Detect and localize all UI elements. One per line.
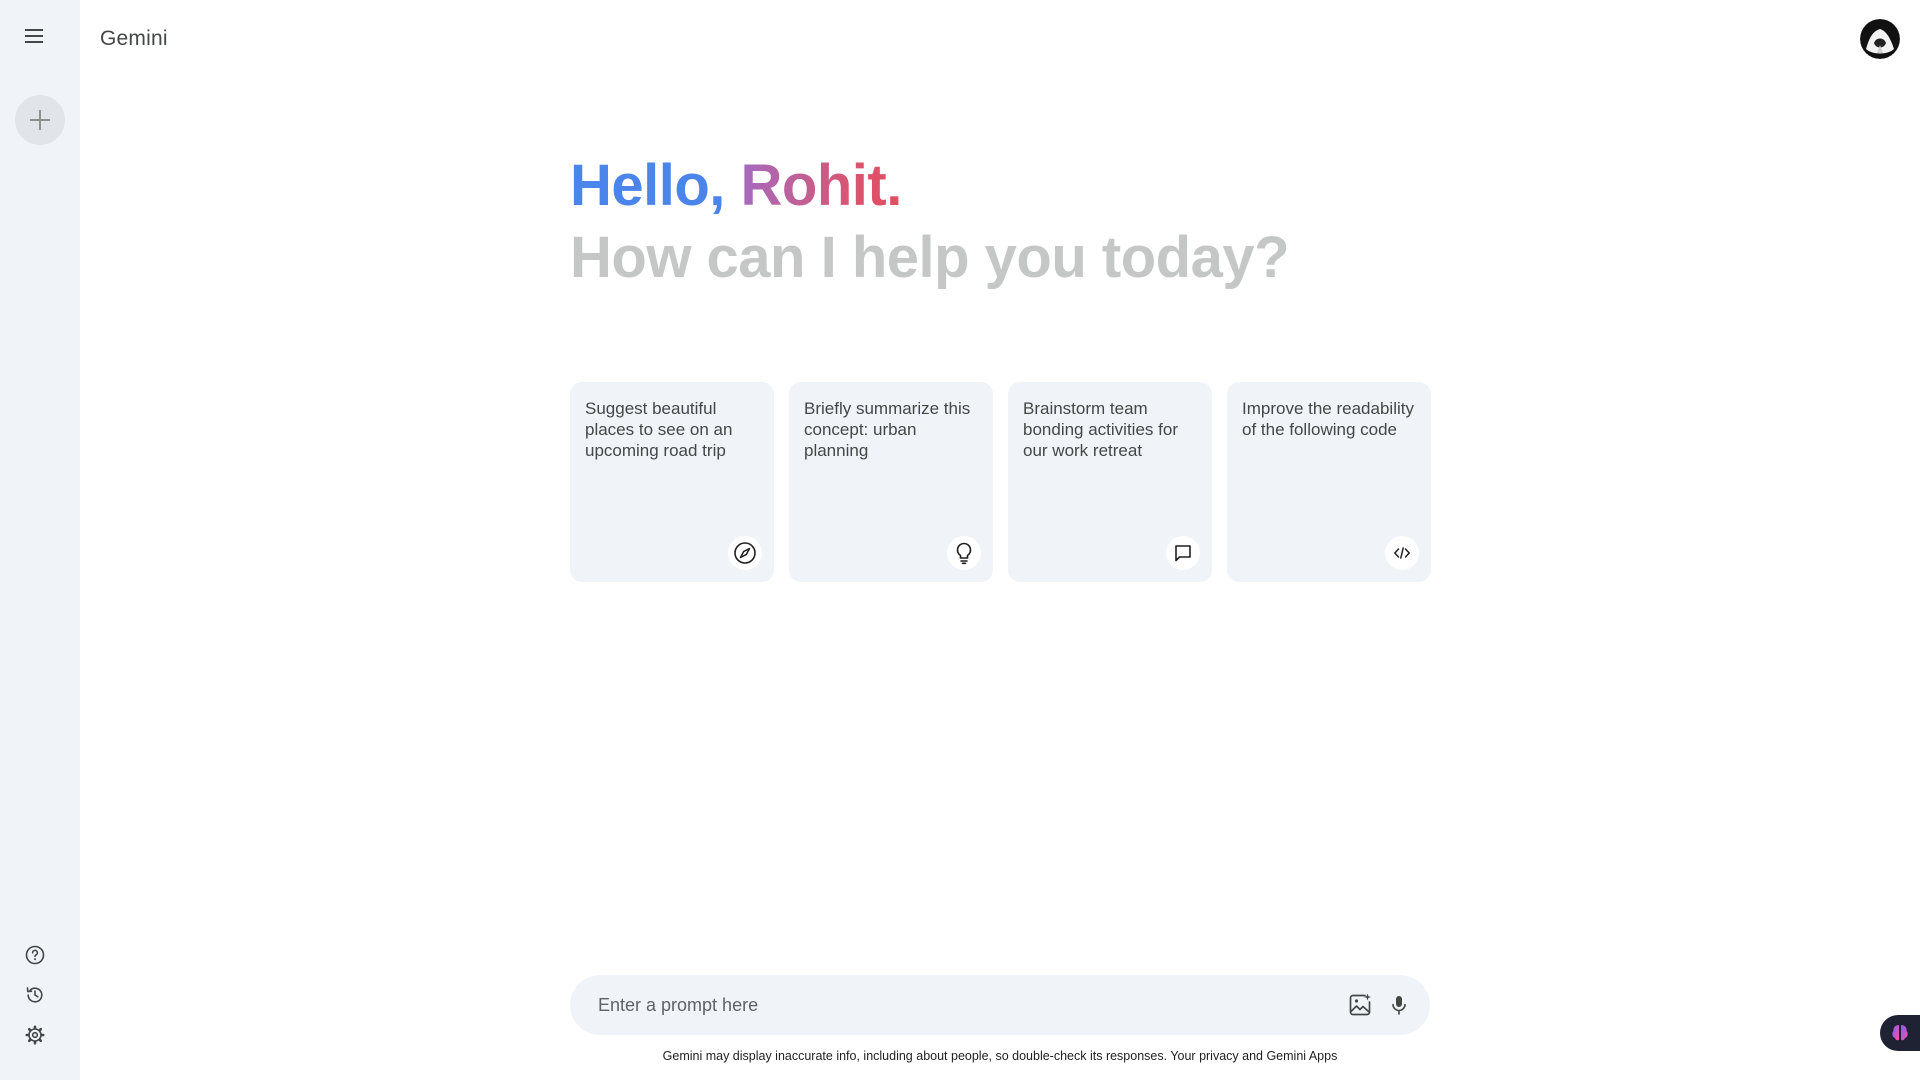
code-icon <box>1394 547 1410 559</box>
voice-input-button[interactable] <box>1385 991 1413 1019</box>
settings-gear-icon <box>25 1025 45 1045</box>
plus-icon <box>30 110 50 130</box>
brain-extension-icon <box>1892 1025 1908 1041</box>
gemini-app: Gemini Hello, Rohit. How can I help you … <box>0 0 1920 1080</box>
add-image-icon <box>1349 993 1371 1016</box>
compass-icon <box>734 542 756 564</box>
suggestion-card-urban-planning[interactable]: Briefly summarize this concept: urban pl… <box>789 382 993 582</box>
suggestion-cards: Suggest beautiful places to see on an up… <box>570 382 1431 582</box>
new-chat-button[interactable] <box>15 95 65 145</box>
upload-image-button[interactable] <box>1346 991 1374 1019</box>
activity-button[interactable] <box>23 983 47 1007</box>
user-avatar[interactable] <box>1860 19 1900 59</box>
suggestion-card-team-bonding[interactable]: Brainstorm team bonding activities for o… <box>1008 382 1212 582</box>
suggestion-card-road-trip[interactable]: Suggest beautiful places to see on an up… <box>570 382 774 582</box>
suggestion-text: Brainstorm team bonding activities for o… <box>1023 399 1178 460</box>
suggestion-text: Suggest beautiful places to see on an up… <box>585 399 733 460</box>
greeting-heading: Hello, Rohit. <box>570 150 902 222</box>
main-menu-button[interactable] <box>22 24 46 48</box>
microphone-icon <box>1392 996 1406 1015</box>
extension-floating-button[interactable] <box>1880 1015 1920 1051</box>
app-title: Gemini <box>100 27 168 50</box>
settings-button[interactable] <box>23 1023 47 1047</box>
suggestion-icon-wrap <box>947 536 981 570</box>
chat-bubble-icon <box>1175 545 1191 562</box>
suggestion-icon-wrap <box>1166 536 1200 570</box>
prompt-bar <box>570 975 1430 1035</box>
sidebar <box>0 0 80 1080</box>
suggestion-card-code-readability[interactable]: Improve the readability of the following… <box>1227 382 1431 582</box>
greeting-user-name: Rohit. <box>740 153 903 218</box>
lightbulb-icon <box>956 542 972 565</box>
greeting-subtitle: How can I help you today? <box>570 225 1290 290</box>
history-icon <box>26 987 43 1003</box>
hamburger-menu-icon <box>25 29 43 43</box>
suggestion-icon-wrap <box>1385 536 1419 570</box>
suggestion-icon-wrap <box>728 536 762 570</box>
greeting-hello: Hello, <box>570 153 725 218</box>
help-circle-icon <box>25 945 45 965</box>
suggestion-text: Briefly summarize this concept: urban pl… <box>804 399 971 460</box>
avatar-image <box>1860 19 1900 59</box>
help-button[interactable] <box>23 943 47 967</box>
disclaimer-text: Gemini may display inaccurate info, incl… <box>662 1049 1338 1063</box>
prompt-input[interactable] <box>598 975 1298 1035</box>
suggestion-text: Improve the readability of the following… <box>1242 399 1414 439</box>
